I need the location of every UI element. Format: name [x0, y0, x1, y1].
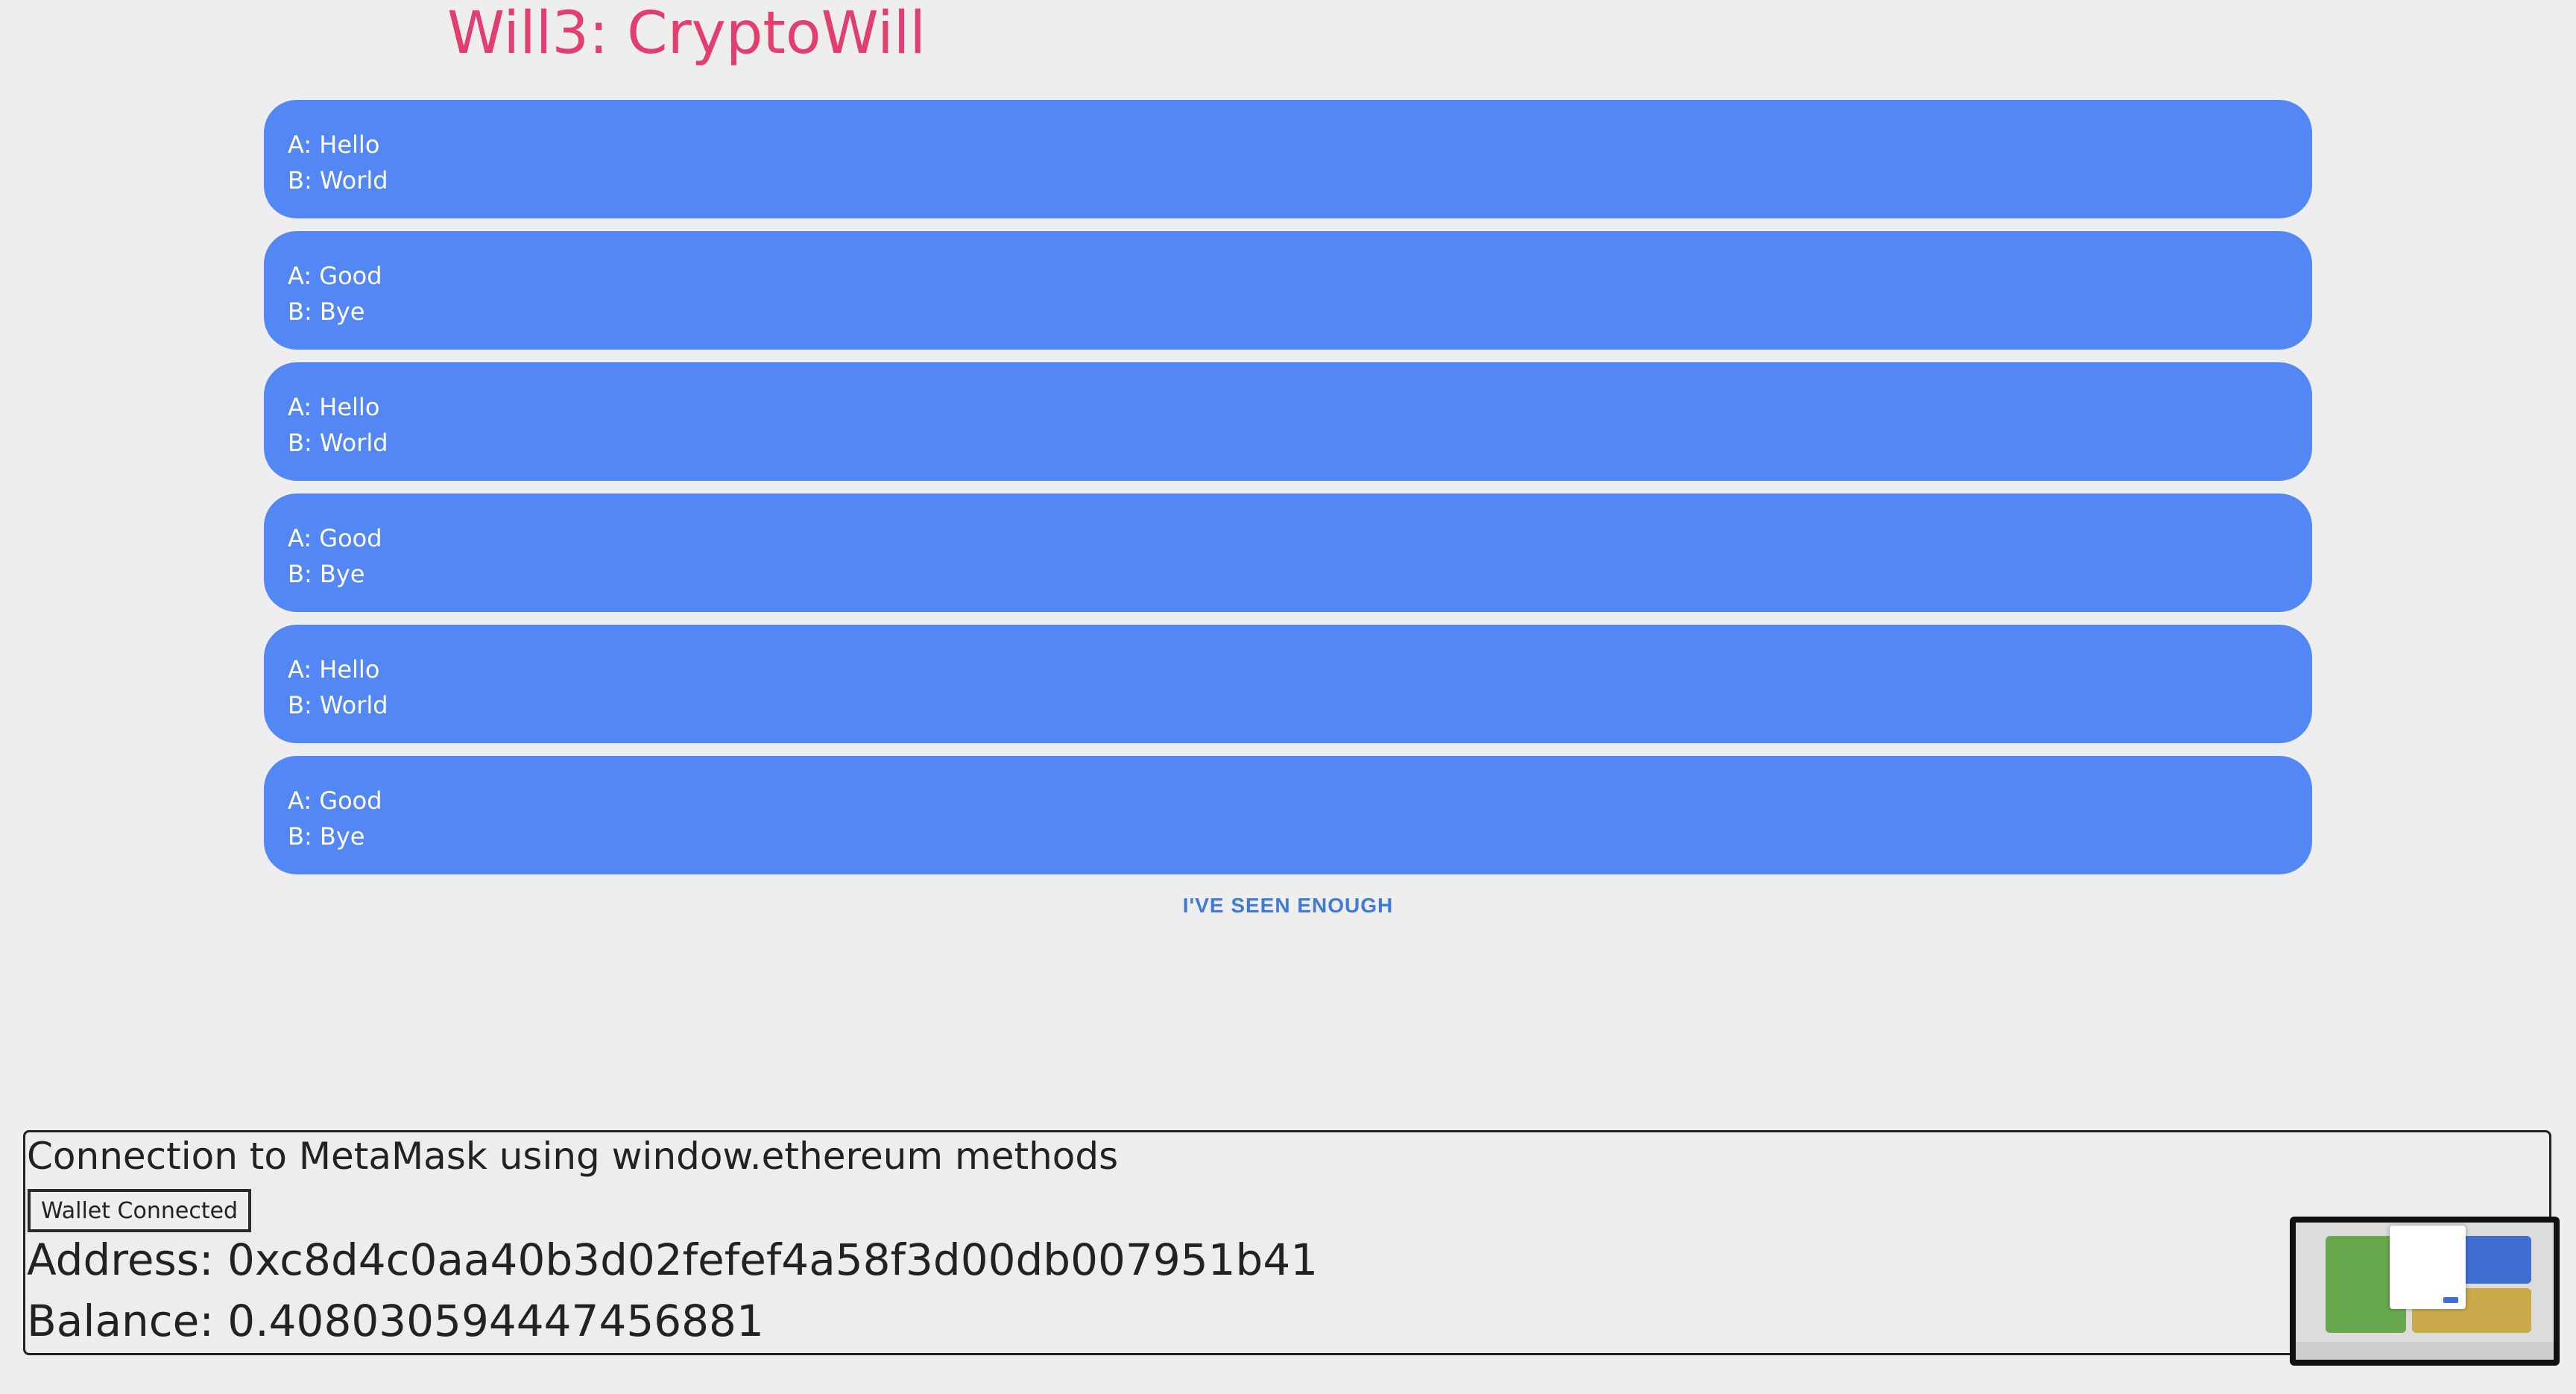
card-line-b: B: World	[288, 166, 388, 195]
thumbnail-modal-button	[2443, 1297, 2458, 1303]
card-line-a: A: Hello	[288, 655, 380, 684]
card-line-b: B: World	[288, 429, 388, 457]
page-title: Will3: CryptoWill	[447, 0, 926, 67]
thumbnail-modal	[2390, 1226, 2466, 1309]
wallet-connected-button[interactable]: Wallet Connected	[28, 1189, 252, 1232]
message-card: A: Hello B: World	[264, 100, 2312, 218]
card-line-a: A: Hello	[288, 393, 380, 421]
message-card: A: Good B: Bye	[264, 231, 2312, 350]
card-line-a: A: Good	[288, 786, 382, 815]
message-card: A: Good B: Bye	[264, 493, 2312, 612]
wallet-panel-heading: Connection to MetaMask using window.ethe…	[27, 1135, 1119, 1178]
card-line-b: B: Bye	[288, 297, 365, 326]
message-card: A: Hello B: World	[264, 625, 2312, 743]
card-line-a: A: Good	[288, 262, 382, 290]
card-line-b: B: Bye	[288, 560, 365, 588]
wallet-address: Address: 0xc8d4c0aa40b3d02fefef4a58f3d00…	[27, 1234, 1319, 1285]
wallet-balance: Balance: 0.408030594447456881	[27, 1296, 764, 1346]
message-card: A: Good B: Bye	[264, 756, 2312, 874]
thumbnail-footer-strip	[2296, 1342, 2554, 1360]
message-card-list: A: Hello B: World A: Good B: Bye A: Hell…	[264, 100, 2312, 887]
metamask-connection-panel: Connection to MetaMask using window.ethe…	[23, 1130, 2551, 1355]
seen-enough-button[interactable]: I'VE SEEN ENOUGH	[1081, 887, 1495, 924]
screen-recording-thumbnail[interactable]	[2290, 1217, 2560, 1366]
card-line-a: A: Hello	[288, 130, 380, 159]
card-line-a: A: Good	[288, 524, 382, 552]
card-line-b: B: World	[288, 691, 388, 719]
message-card: A: Hello B: World	[264, 362, 2312, 481]
card-line-b: B: Bye	[288, 822, 365, 851]
